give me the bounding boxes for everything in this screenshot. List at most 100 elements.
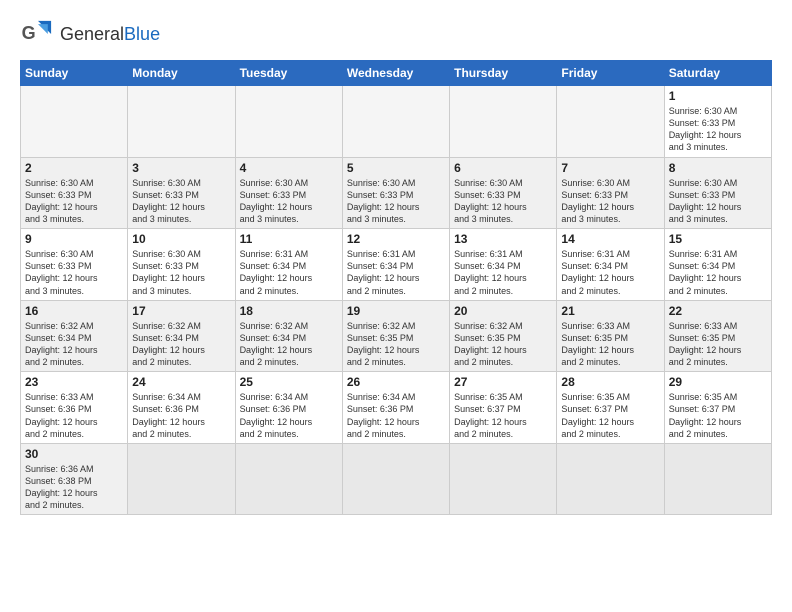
day-info: Sunrise: 6:30 AM Sunset: 6:33 PM Dayligh… <box>669 105 767 154</box>
calendar-cell <box>128 443 235 515</box>
day-info: Sunrise: 6:33 AM Sunset: 6:35 PM Dayligh… <box>561 320 659 369</box>
calendar-cell: 21 Sunrise: 6:33 AM Sunset: 6:35 PM Dayli… <box>557 300 664 372</box>
day-info: Sunrise: 6:30 AM Sunset: 6:33 PM Dayligh… <box>669 177 767 226</box>
day-header-monday: Monday <box>128 61 235 86</box>
calendar-cell: 26 Sunrise: 6:34 AM Sunset: 6:36 PM Dayli… <box>342 372 449 444</box>
day-number: 16 <box>25 304 123 318</box>
day-number: 4 <box>240 161 338 175</box>
day-number: 17 <box>132 304 230 318</box>
calendar-cell: 30 Sunrise: 6:36 AM Sunset: 6:38 PM Dayli… <box>21 443 128 515</box>
day-info: Sunrise: 6:31 AM Sunset: 6:34 PM Dayligh… <box>347 248 445 297</box>
calendar-cell: 3 Sunrise: 6:30 AM Sunset: 6:33 PM Daylig… <box>128 157 235 229</box>
calendar-cell: 5 Sunrise: 6:30 AM Sunset: 6:33 PM Daylig… <box>342 157 449 229</box>
day-number: 27 <box>454 375 552 389</box>
calendar-cell: 11 Sunrise: 6:31 AM Sunset: 6:34 PM Dayli… <box>235 229 342 301</box>
day-header-thursday: Thursday <box>450 61 557 86</box>
day-number: 21 <box>561 304 659 318</box>
day-number: 28 <box>561 375 659 389</box>
logo-blue-text: Blue <box>124 24 160 44</box>
day-info: Sunrise: 6:35 AM Sunset: 6:37 PM Dayligh… <box>454 391 552 440</box>
logo-text: GeneralBlue <box>60 25 160 43</box>
calendar-week-row: 30 Sunrise: 6:36 AM Sunset: 6:38 PM Dayli… <box>21 443 772 515</box>
header: G GeneralBlue <box>20 16 772 52</box>
day-number: 1 <box>669 89 767 103</box>
day-header-sunday: Sunday <box>21 61 128 86</box>
day-number: 14 <box>561 232 659 246</box>
day-number: 19 <box>347 304 445 318</box>
day-info: Sunrise: 6:31 AM Sunset: 6:34 PM Dayligh… <box>669 248 767 297</box>
day-number: 22 <box>669 304 767 318</box>
calendar-cell <box>450 86 557 158</box>
day-info: Sunrise: 6:30 AM Sunset: 6:33 PM Dayligh… <box>132 248 230 297</box>
day-header-friday: Friday <box>557 61 664 86</box>
day-info: Sunrise: 6:32 AM Sunset: 6:34 PM Dayligh… <box>25 320 123 369</box>
calendar-cell: 24 Sunrise: 6:34 AM Sunset: 6:36 PM Dayli… <box>128 372 235 444</box>
calendar-cell: 6 Sunrise: 6:30 AM Sunset: 6:33 PM Daylig… <box>450 157 557 229</box>
calendar-cell: 25 Sunrise: 6:34 AM Sunset: 6:36 PM Dayli… <box>235 372 342 444</box>
day-info: Sunrise: 6:36 AM Sunset: 6:38 PM Dayligh… <box>25 463 123 512</box>
day-number: 9 <box>25 232 123 246</box>
day-info: Sunrise: 6:30 AM Sunset: 6:33 PM Dayligh… <box>25 177 123 226</box>
day-info: Sunrise: 6:30 AM Sunset: 6:33 PM Dayligh… <box>347 177 445 226</box>
calendar-cell <box>235 443 342 515</box>
calendar-cell: 14 Sunrise: 6:31 AM Sunset: 6:34 PM Dayli… <box>557 229 664 301</box>
day-info: Sunrise: 6:30 AM Sunset: 6:33 PM Dayligh… <box>240 177 338 226</box>
calendar-week-row: 1 Sunrise: 6:30 AM Sunset: 6:33 PM Daylig… <box>21 86 772 158</box>
day-info: Sunrise: 6:31 AM Sunset: 6:34 PM Dayligh… <box>454 248 552 297</box>
calendar-cell: 1 Sunrise: 6:30 AM Sunset: 6:33 PM Daylig… <box>664 86 771 158</box>
calendar-cell: 23Sunrise: 6:33 AM Sunset: 6:36 PM Dayli… <box>21 372 128 444</box>
day-info: Sunrise: 6:30 AM Sunset: 6:33 PM Dayligh… <box>454 177 552 226</box>
day-header-wednesday: Wednesday <box>342 61 449 86</box>
calendar-cell: 9Sunrise: 6:30 AM Sunset: 6:33 PM Daylig… <box>21 229 128 301</box>
calendar-cell: 28 Sunrise: 6:35 AM Sunset: 6:37 PM Dayli… <box>557 372 664 444</box>
day-number: 11 <box>240 232 338 246</box>
calendar-cell: 10 Sunrise: 6:30 AM Sunset: 6:33 PM Dayli… <box>128 229 235 301</box>
day-info: Sunrise: 6:31 AM Sunset: 6:34 PM Dayligh… <box>561 248 659 297</box>
calendar-week-row: 2 Sunrise: 6:30 AM Sunset: 6:33 PM Daylig… <box>21 157 772 229</box>
day-number: 29 <box>669 375 767 389</box>
day-number: 20 <box>454 304 552 318</box>
day-number: 5 <box>347 161 445 175</box>
day-number: 24 <box>132 375 230 389</box>
day-info: Sunrise: 6:34 AM Sunset: 6:36 PM Dayligh… <box>240 391 338 440</box>
calendar-week-row: 23Sunrise: 6:33 AM Sunset: 6:36 PM Dayli… <box>21 372 772 444</box>
day-info: Sunrise: 6:30 AM Sunset: 6:33 PM Dayligh… <box>132 177 230 226</box>
day-info: Sunrise: 6:35 AM Sunset: 6:37 PM Dayligh… <box>561 391 659 440</box>
day-info: Sunrise: 6:34 AM Sunset: 6:36 PM Dayligh… <box>132 391 230 440</box>
day-info: Sunrise: 6:32 AM Sunset: 6:35 PM Dayligh… <box>347 320 445 369</box>
day-number: 10 <box>132 232 230 246</box>
day-number: 12 <box>347 232 445 246</box>
day-info: Sunrise: 6:33 AM Sunset: 6:35 PM Dayligh… <box>669 320 767 369</box>
calendar-cell: 13Sunrise: 6:31 AM Sunset: 6:34 PM Dayli… <box>450 229 557 301</box>
day-number: 6 <box>454 161 552 175</box>
page: G GeneralBlue SundayMondayTuesdayWednesd… <box>0 0 792 612</box>
day-number: 2 <box>25 161 123 175</box>
svg-text:G: G <box>22 23 36 43</box>
calendar-cell <box>128 86 235 158</box>
calendar-cell: 4 Sunrise: 6:30 AM Sunset: 6:33 PM Daylig… <box>235 157 342 229</box>
calendar-cell <box>557 443 664 515</box>
day-number: 26 <box>347 375 445 389</box>
day-number: 7 <box>561 161 659 175</box>
calendar-week-row: 16 Sunrise: 6:32 AM Sunset: 6:34 PM Dayli… <box>21 300 772 372</box>
calendar-header-row: SundayMondayTuesdayWednesdayThursdayFrid… <box>21 61 772 86</box>
day-number: 15 <box>669 232 767 246</box>
general-blue-logo-icon: G <box>20 16 56 52</box>
day-number: 3 <box>132 161 230 175</box>
calendar-cell: 29Sunrise: 6:35 AM Sunset: 6:37 PM Dayli… <box>664 372 771 444</box>
day-number: 30 <box>25 447 123 461</box>
logo: G GeneralBlue <box>20 16 160 52</box>
calendar-cell <box>21 86 128 158</box>
calendar-cell: 2 Sunrise: 6:30 AM Sunset: 6:33 PM Daylig… <box>21 157 128 229</box>
day-header-saturday: Saturday <box>664 61 771 86</box>
calendar-cell: 17Sunrise: 6:32 AM Sunset: 6:34 PM Dayli… <box>128 300 235 372</box>
day-header-tuesday: Tuesday <box>235 61 342 86</box>
day-number: 25 <box>240 375 338 389</box>
day-info: Sunrise: 6:34 AM Sunset: 6:36 PM Dayligh… <box>347 391 445 440</box>
calendar-cell: 22 Sunrise: 6:33 AM Sunset: 6:35 PM Dayli… <box>664 300 771 372</box>
calendar-cell: 20 Sunrise: 6:32 AM Sunset: 6:35 PM Dayli… <box>450 300 557 372</box>
day-info: Sunrise: 6:32 AM Sunset: 6:35 PM Dayligh… <box>454 320 552 369</box>
day-info: Sunrise: 6:31 AM Sunset: 6:34 PM Dayligh… <box>240 248 338 297</box>
calendar-cell <box>342 443 449 515</box>
calendar-cell: 15 Sunrise: 6:31 AM Sunset: 6:34 PM Dayli… <box>664 229 771 301</box>
